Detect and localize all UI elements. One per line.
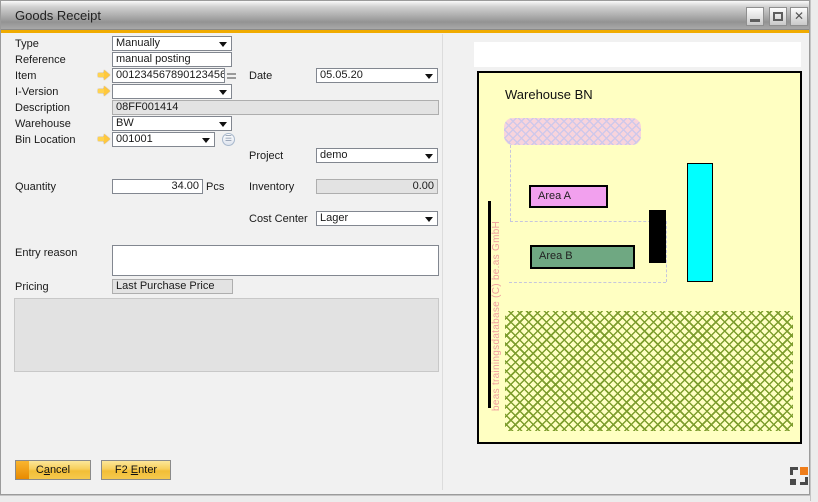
i-version-label: I-Version [15, 86, 58, 98]
cost-center-select[interactable]: Lager [316, 211, 438, 226]
chevron-down-icon [425, 74, 433, 79]
link-arrow-icon[interactable] [97, 86, 111, 96]
route-dash-vertical [510, 145, 511, 221]
item-label: Item [15, 70, 36, 82]
date-select[interactable]: 05.05.20 [316, 68, 438, 83]
titlebar[interactable]: Goods Receipt ✕ [1, 1, 809, 30]
enter-label: F2 [115, 464, 131, 476]
close-button[interactable]: ✕ [790, 7, 808, 26]
reference-label: Reference [15, 54, 66, 66]
cancel-button[interactable]: Cancel [15, 460, 91, 480]
pricing-field: Last Purchase Price [112, 279, 233, 294]
pillar-block [649, 210, 666, 263]
close-icon: ✕ [791, 9, 807, 23]
i-version-select[interactable] [112, 84, 232, 99]
route-dash-horizontal [509, 282, 666, 283]
expand-icon [800, 477, 808, 485]
bin-location-value: 001001 [116, 133, 153, 145]
area-a-bin[interactable]: Area A [529, 185, 608, 208]
warehouse-label: Warehouse [15, 118, 71, 130]
project-label: Project [249, 150, 283, 162]
minimize-icon [750, 19, 760, 22]
chevron-down-icon [219, 122, 227, 127]
quantity-unit: Pcs [206, 181, 224, 193]
item-value: 001234567890123456790 [116, 69, 225, 81]
entry-reason-label: Entry reason [15, 247, 77, 259]
warehouse-map[interactable]: Warehouse BN Area A Area B beas training… [477, 71, 802, 444]
cancel-label: C [36, 464, 44, 476]
entry-reason-input[interactable] [112, 245, 439, 276]
date-label: Date [249, 70, 272, 82]
minimize-button[interactable] [746, 7, 764, 26]
chevron-down-icon [425, 217, 433, 222]
cost-center-label: Cost Center [249, 213, 308, 225]
inventory-field: 0.00 [316, 179, 438, 194]
detail-panel [14, 298, 439, 372]
quantity-label: Quantity [15, 181, 56, 193]
cost-center-value: Lager [320, 212, 348, 224]
rack-block [687, 163, 713, 282]
chevron-down-icon [202, 138, 210, 143]
enter-label-rest: nter [138, 464, 157, 476]
date-value: 05.05.20 [320, 69, 363, 81]
panel-divider [442, 34, 443, 490]
route-dash-horizontal [510, 221, 666, 222]
map-title: Warehouse BN [505, 87, 593, 102]
watermark-text: beas trainingsdatabase (C) be.as GmbH [491, 251, 502, 411]
expand-icon-square [790, 479, 796, 485]
type-value: Manually [116, 37, 160, 49]
project-select[interactable]: demo [316, 148, 438, 163]
area-b-bin[interactable]: Area B [530, 245, 635, 269]
type-label: Type [15, 38, 39, 50]
description-label: Description [15, 102, 70, 114]
expand-icon-orange-square [800, 467, 808, 475]
description-value: 08FF001414 [116, 101, 178, 113]
pricing-value: Last Purchase Price [116, 280, 214, 292]
accent-line [1, 30, 809, 33]
window-right-edge [810, 0, 818, 501]
warehouse-select[interactable]: BW [112, 116, 232, 131]
area-b-label: Area B [539, 250, 573, 262]
project-value: demo [320, 149, 348, 161]
blocked-hatch-zone [505, 311, 793, 431]
cancel-label-rest: ncel [50, 464, 70, 476]
link-arrow-icon[interactable] [97, 134, 111, 144]
reference-value: manual posting [116, 53, 191, 65]
chevron-down-icon [219, 90, 227, 95]
chevron-down-icon [425, 154, 433, 159]
bin-location-label: Bin Location [15, 134, 76, 146]
staging-zone[interactable] [504, 118, 641, 145]
area-a-label: Area A [538, 190, 571, 202]
description-field: 08FF001414 [112, 100, 439, 115]
expand-icon [790, 467, 798, 475]
bin-location-combo[interactable]: 001001 [112, 132, 215, 147]
item-input[interactable]: 001234567890123456790 [112, 68, 225, 83]
inventory-value: 0.00 [413, 180, 434, 192]
quantity-value: 34.00 [171, 180, 199, 192]
reference-input[interactable]: manual posting [112, 52, 232, 67]
item-overflow-icon[interactable] [227, 73, 236, 79]
type-select[interactable]: Manually [112, 36, 232, 51]
goods-receipt-window: Goods Receipt ✕ Type Manually Reference … [0, 0, 810, 495]
pricing-label: Pricing [15, 281, 49, 293]
bin-location-list-icon[interactable]: ☰ [222, 133, 235, 146]
maximize-button[interactable] [769, 7, 787, 26]
warehouse-value: BW [116, 117, 134, 129]
f2-enter-button[interactable]: F2 Enter [101, 460, 171, 480]
inventory-label: Inventory [249, 181, 294, 193]
maximize-icon [773, 12, 783, 21]
link-arrow-icon[interactable] [97, 70, 111, 80]
chevron-down-icon [219, 42, 227, 47]
window-title: Goods Receipt [15, 8, 101, 23]
map-header-strip [474, 42, 801, 67]
focus-stripe [16, 461, 29, 479]
expand-form-button[interactable] [790, 467, 808, 485]
route-dash-vertical [666, 221, 667, 282]
quantity-input[interactable]: 34.00 [112, 179, 203, 194]
